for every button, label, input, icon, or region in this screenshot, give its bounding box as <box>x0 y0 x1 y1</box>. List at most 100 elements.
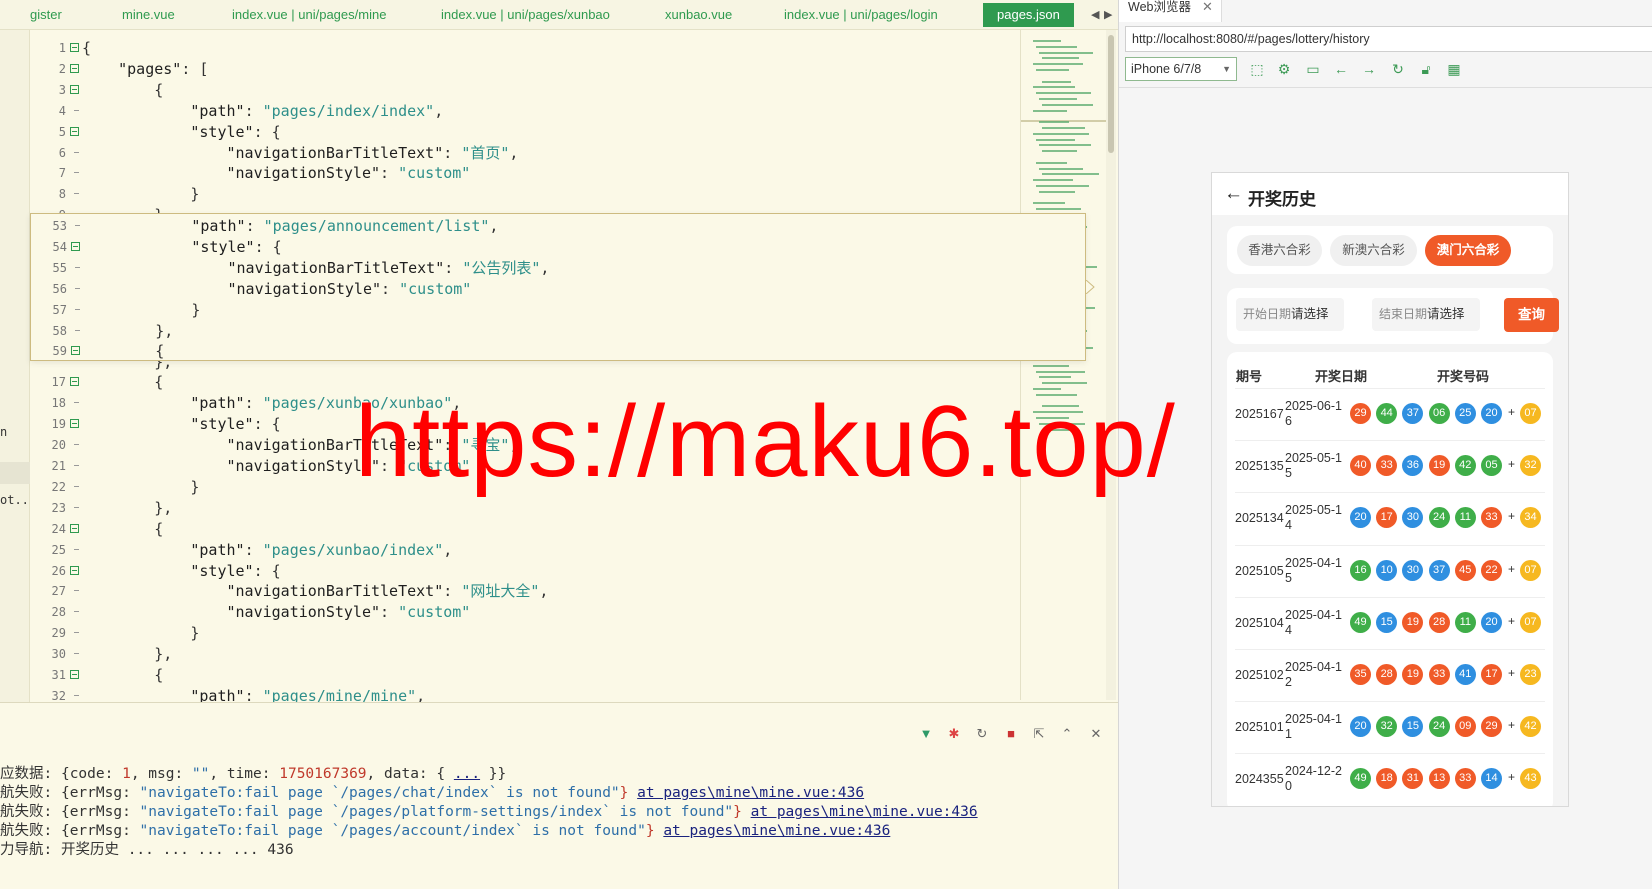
fold-toggle-icon[interactable] <box>71 241 80 251</box>
source-link[interactable]: at pages\mine\mine.vue:436 <box>751 804 978 820</box>
table-row[interactable]: 2025134 2025-05-14 20 17 30 24 11 33 +34 <box>1235 492 1545 544</box>
code-line[interactable]: 25 "path": "pages/xunbao/index", <box>30 539 1075 561</box>
vue-icon[interactable]: ▼ <box>917 725 935 743</box>
code-line[interactable]: 59 { <box>31 340 1085 362</box>
code-line[interactable]: 24 { <box>30 518 1075 540</box>
source-link[interactable]: at pages\mine\mine.vue:436 <box>663 823 890 839</box>
fold-toggle-icon[interactable] <box>70 377 79 387</box>
tab-index-mine[interactable]: index.vue | uni/pages/mine <box>232 0 386 30</box>
tree-fragment[interactable]: n <box>0 425 7 439</box>
code-line[interactable]: 7 "navigationStyle": "custom" <box>30 162 1075 184</box>
reload-icon[interactable]: ↻ <box>1389 60 1407 78</box>
fold-toggle-icon[interactable] <box>71 346 80 356</box>
tree-selected-row[interactable] <box>0 462 30 484</box>
tab-scroll-left-icon[interactable]: ◀ <box>1091 0 1099 30</box>
back-arrow-icon[interactable]: ← <box>1224 183 1243 205</box>
settings-icon[interactable]: ⚙ <box>1275 60 1293 78</box>
code-line[interactable]: 1{ <box>30 37 1075 59</box>
export-icon[interactable]: ⇱ <box>1030 725 1048 743</box>
fold-toggle-icon[interactable] <box>70 63 79 73</box>
forward-icon[interactable]: → <box>1360 60 1378 78</box>
stop-icon[interactable]: ■ <box>1002 725 1020 743</box>
table-row[interactable]: 2025104 2025-04-14 49 15 19 28 11 20 +07 <box>1235 596 1545 649</box>
tab-index-xunbao[interactable]: index.vue | uni/pages/xunbao <box>441 0 610 30</box>
table-row[interactable]: 2025167 2025-06-16 29 44 37 06 25 20 +07 <box>1235 388 1545 440</box>
screenshot-icon[interactable]: ⬚ <box>1248 60 1266 78</box>
fold-toggle-icon[interactable] <box>70 565 79 575</box>
tab-xinao[interactable]: 新澳六合彩 <box>1330 235 1417 266</box>
code-line[interactable]: 28 "navigationStyle": "custom" <box>30 601 1075 623</box>
code-line[interactable]: 55 "navigationBarTitleText": "公告列表", <box>31 257 1085 279</box>
number-ball: 10 <box>1376 559 1398 581</box>
code-text: { <box>82 79 163 101</box>
tab-scroll-right-icon[interactable]: ▶ <box>1104 0 1112 30</box>
tab-index-login[interactable]: index.vue | uni/pages/login <box>784 0 938 30</box>
tab-pages-json[interactable]: pages.json <box>983 3 1074 27</box>
code-token: { <box>82 39 92 57</box>
code-line[interactable]: 3 { <box>30 79 1075 101</box>
back-icon[interactable]: ← <box>1332 60 1350 78</box>
clear-icon[interactable]: ✕ <box>1087 725 1105 743</box>
code-token: { <box>82 80 164 99</box>
code-token: : <box>443 143 462 162</box>
code-line[interactable]: 57 } <box>31 299 1085 321</box>
code-line[interactable]: 8 } <box>30 183 1075 205</box>
code-editor[interactable]: 1{2 "pages": [3 {4 "path": "pages/index/… <box>30 30 1075 740</box>
query-button[interactable]: 查询 <box>1504 298 1559 332</box>
browser-tab[interactable]: Web浏览器 ✕ <box>1119 0 1222 22</box>
editor-scrollbar[interactable] <box>1106 30 1116 700</box>
collapse-up-icon[interactable]: ⌃ <box>1058 725 1076 743</box>
bug-icon[interactable]: ✱ <box>945 725 963 743</box>
table-row[interactable]: 2024355 2024-12-20 49 18 31 13 33 14 +43 <box>1235 753 1545 805</box>
code-line[interactable]: 27 "navigationBarTitleText": "网址大全", <box>30 580 1075 602</box>
source-link[interactable]: ... <box>454 766 480 782</box>
minimap[interactable] <box>1020 30 1106 700</box>
code-line[interactable]: 26 "style": { <box>30 560 1075 582</box>
page-navbar: ← 开奖历史 <box>1212 173 1568 215</box>
fold-toggle-icon[interactable] <box>70 419 79 429</box>
table-row[interactable]: 2025101 2025-04-11 20 32 15 24 09 29 +42 <box>1235 701 1545 753</box>
tab-macau[interactable]: 澳门六合彩 <box>1425 235 1511 266</box>
fold-toggle-icon[interactable] <box>70 523 79 533</box>
close-icon[interactable]: ✕ <box>1202 0 1213 14</box>
start-date-picker[interactable]: 开始日期请选择 <box>1236 298 1344 331</box>
code-line[interactable]: 23 }, <box>30 497 1075 519</box>
code-line[interactable]: 53 "path": "pages/announcement/list", <box>31 215 1085 237</box>
code-line[interactable]: 29 } <box>30 622 1075 644</box>
code-line[interactable]: 5 "style": { <box>30 121 1075 143</box>
qrcode-icon[interactable]: ▦ <box>1445 60 1463 78</box>
device-select[interactable]: iPhone 6/7/8 ▼ <box>1125 57 1237 81</box>
console-icon[interactable]: ▭ <box>1304 60 1322 78</box>
code-line[interactable]: 56 "navigationStyle": "custom" <box>31 278 1085 300</box>
code-line[interactable]: 4 "path": "pages/index/index", <box>30 100 1075 122</box>
table-row[interactable]: 2025135 2025-05-15 40 33 36 19 42 05 +32 <box>1235 440 1545 492</box>
start-date-label: 开始日期 <box>1243 307 1292 321</box>
lock-icon[interactable]: 🔓︎ <box>1417 60 1435 78</box>
code-line[interactable]: 6 "navigationBarTitleText": "首页", <box>30 142 1075 164</box>
code-line[interactable]: 54 "style": { <box>31 236 1085 258</box>
scrollbar-thumb[interactable] <box>1108 35 1114 153</box>
fold-toggle-icon[interactable] <box>70 670 79 679</box>
peek-definition-popup[interactable]: 53 "path": "pages/announcement/list", 54 … <box>30 213 1086 361</box>
issue-number: 2025104 <box>1235 615 1284 630</box>
table-row[interactable]: 2025102 2025-04-12 35 28 19 33 41 17 +23 <box>1235 649 1545 701</box>
source-link[interactable]: at pages\mine\mine.vue:436 <box>637 785 864 801</box>
fold-toggle-icon[interactable] <box>70 84 79 94</box>
code-line[interactable]: 58 }, <box>31 320 1085 342</box>
code-token: "custom" <box>399 279 472 298</box>
tab-xunbao-vue[interactable]: xunbao.vue <box>665 0 732 30</box>
table-row[interactable]: 2025105 2025-04-15 16 10 30 37 45 22 +07 <box>1235 544 1545 597</box>
code-line[interactable]: 31 { <box>30 664 1075 686</box>
fold-toggle-icon[interactable] <box>70 126 79 136</box>
log-token: 航失败: {errMsg: <box>0 804 140 820</box>
tab-hongkong[interactable]: 香港六合彩 <box>1237 235 1322 266</box>
refresh-icon[interactable]: ↻ <box>973 725 991 743</box>
tab-mine-vue[interactable]: mine.vue <box>122 0 175 30</box>
fold-toggle-icon[interactable] <box>70 43 79 52</box>
end-date-picker[interactable]: 结束日期请选择 <box>1372 298 1480 331</box>
code-line[interactable]: 2 "pages": [ <box>30 58 1075 80</box>
address-bar[interactable]: http://localhost:8080/#/pages/lottery/hi… <box>1125 26 1652 52</box>
code-line[interactable]: 30 }, <box>30 643 1075 665</box>
special-number-ball: 07 <box>1520 559 1541 581</box>
tab-register[interactable]: gister <box>30 0 62 30</box>
